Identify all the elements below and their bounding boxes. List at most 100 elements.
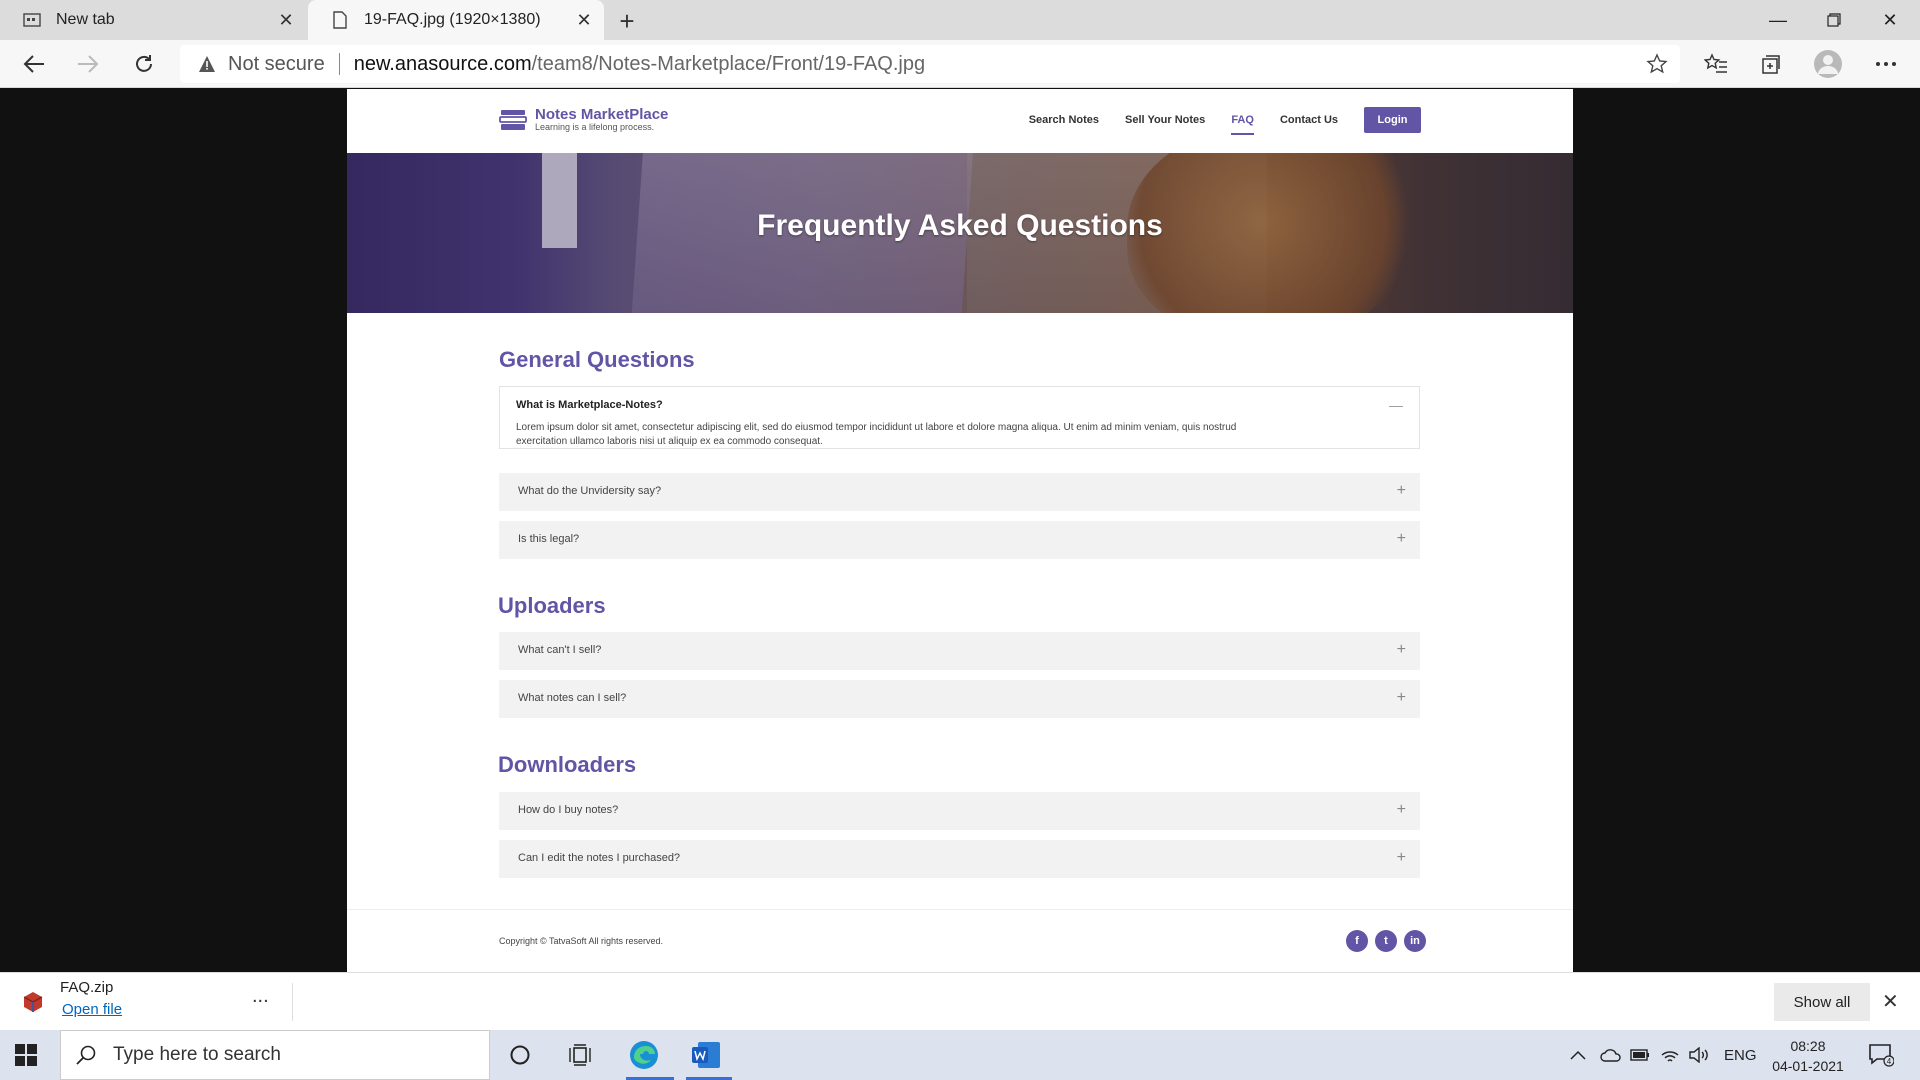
faq-item[interactable]: Is this legal? + bbox=[499, 521, 1420, 559]
windows-taskbar: Type here to search ENG 08:28 04-01-2021… bbox=[0, 1030, 1920, 1080]
task-view-icon[interactable] bbox=[562, 1038, 598, 1072]
faq-question: What do the Unvidersity say? bbox=[518, 485, 662, 497]
books-logo-icon bbox=[499, 110, 527, 130]
tab-new-tab[interactable]: New tab ✕ bbox=[0, 0, 306, 40]
wifi-icon[interactable] bbox=[1660, 1030, 1680, 1080]
logo-tagline: Learning is a lifelong process. bbox=[535, 122, 655, 132]
expand-plus-icon[interactable]: + bbox=[1397, 689, 1406, 707]
section-title-uploaders: Uploaders bbox=[498, 593, 606, 618]
social-links: f t in bbox=[1339, 930, 1426, 952]
show-all-button[interactable]: Show all bbox=[1774, 983, 1870, 1021]
archive-file-icon bbox=[23, 992, 43, 1012]
faq-item[interactable]: Can I edit the notes I purchased? + bbox=[499, 840, 1420, 878]
restore-icon[interactable] bbox=[1806, 0, 1862, 40]
file-icon bbox=[330, 11, 350, 29]
back-icon[interactable] bbox=[16, 46, 52, 82]
minimize-icon[interactable]: — bbox=[1750, 0, 1806, 40]
site-logo[interactable]: Notes MarketPlace Learning is a lifelong… bbox=[499, 107, 668, 133]
edge-browser-icon[interactable] bbox=[626, 1038, 662, 1072]
forward-icon[interactable] bbox=[70, 46, 106, 82]
nav-sell-your-notes[interactable]: Sell Your Notes bbox=[1125, 109, 1205, 131]
url-host: new.anasource.com bbox=[353, 52, 532, 75]
security-status: Not secure bbox=[228, 52, 325, 75]
expand-plus-icon[interactable]: + bbox=[1397, 801, 1406, 819]
footer-divider bbox=[347, 909, 1573, 910]
expand-plus-icon[interactable]: + bbox=[1397, 641, 1406, 659]
divider bbox=[292, 983, 293, 1021]
tab-faq-image[interactable]: 19-FAQ.jpg (1920×1380) ✕ bbox=[308, 0, 604, 40]
faq-question: Is this legal? bbox=[518, 533, 580, 545]
newtab-icon bbox=[22, 11, 42, 29]
linkedin-icon[interactable]: in bbox=[1404, 930, 1426, 952]
divider bbox=[338, 53, 340, 75]
faq-item[interactable]: What notes can I sell? + bbox=[499, 680, 1420, 718]
profile-avatar-icon[interactable] bbox=[1812, 48, 1844, 80]
notifications-icon[interactable]: 4 bbox=[1868, 1030, 1894, 1080]
copyright-text: Copyright © TatvaSoft All rights reserve… bbox=[499, 936, 664, 946]
section-title-downloaders: Downloaders bbox=[498, 752, 637, 777]
volume-icon[interactable] bbox=[1688, 1030, 1710, 1080]
windows-start-icon[interactable] bbox=[14, 1043, 38, 1067]
faq-item[interactable]: What do the Unvidersity say? + bbox=[499, 473, 1420, 511]
cortana-icon[interactable] bbox=[502, 1038, 538, 1072]
notification-count: 4 bbox=[1887, 1057, 1892, 1066]
download-bar: FAQ.zip Open file ... Show all ✕ bbox=[0, 972, 1920, 1030]
image-viewport: Notes MarketPlace Learning is a lifelong… bbox=[0, 89, 1920, 972]
twitter-icon[interactable]: t bbox=[1375, 930, 1397, 952]
clock-time: 08:28 bbox=[1790, 1038, 1826, 1054]
expand-plus-icon[interactable]: + bbox=[1397, 530, 1406, 548]
address-toolbar: Not secure new.anasource.com/team8/Notes… bbox=[0, 40, 1920, 88]
url-path: /team8/Notes-Marketplace/Front/19-FAQ.jp… bbox=[531, 52, 926, 75]
tab-label: 19-FAQ.jpg (1920×1380) bbox=[364, 11, 541, 28]
collections-icon[interactable] bbox=[1755, 48, 1787, 80]
site-header: Notes MarketPlace Learning is a lifelong… bbox=[347, 89, 1573, 153]
faq-item[interactable]: How do I buy notes? + bbox=[499, 792, 1420, 830]
nav-search-notes[interactable]: Search Notes bbox=[1029, 109, 1099, 131]
faq-question: What notes can I sell? bbox=[518, 692, 627, 704]
show-hidden-icons[interactable] bbox=[1570, 1030, 1586, 1080]
faq-question: Can I edit the notes I purchased? bbox=[518, 852, 681, 864]
section-title-general: General Questions bbox=[499, 347, 695, 372]
battery-icon[interactable] bbox=[1630, 1030, 1650, 1080]
faq-question: How do I buy notes? bbox=[518, 804, 619, 816]
faq-question: What is Marketplace-Notes? bbox=[516, 399, 663, 411]
system-clock[interactable]: 08:28 04-01-2021 bbox=[1768, 1036, 1848, 1076]
page-title: Frequently Asked Questions bbox=[757, 209, 1163, 242]
search-icon bbox=[76, 1045, 96, 1065]
download-filename: FAQ.zip bbox=[60, 979, 114, 996]
more-menu-icon[interactable] bbox=[1870, 48, 1902, 80]
tab-label: New tab bbox=[56, 11, 115, 28]
collapse-minus-icon[interactable]: — bbox=[1389, 397, 1403, 413]
login-button[interactable]: Login bbox=[1364, 107, 1421, 133]
hero-banner: Frequently Asked Questions bbox=[347, 153, 1573, 313]
close-download-bar-icon[interactable]: ✕ bbox=[1882, 989, 1899, 1014]
faq-answer: Lorem ipsum dolor sit amet, consectetur … bbox=[516, 422, 1237, 447]
close-window-icon[interactable]: ✕ bbox=[1862, 0, 1918, 40]
word-icon[interactable] bbox=[688, 1038, 724, 1072]
warning-icon bbox=[199, 56, 215, 72]
logo-name: Notes MarketPlace bbox=[535, 106, 669, 123]
favorite-star-icon[interactable] bbox=[1646, 53, 1668, 80]
facebook-icon[interactable]: f bbox=[1346, 930, 1368, 952]
nav-contact-us[interactable]: Contact Us bbox=[1280, 109, 1338, 131]
nav-faq[interactable]: FAQ bbox=[1231, 109, 1254, 135]
close-tab-icon[interactable]: ✕ bbox=[574, 10, 594, 30]
new-tab-button[interactable]: + bbox=[612, 6, 642, 36]
open-file-link[interactable]: Open file bbox=[62, 1001, 122, 1018]
taskbar-search-box[interactable]: Type here to search bbox=[60, 1030, 490, 1080]
faq-page: Notes MarketPlace Learning is a lifelong… bbox=[347, 89, 1573, 972]
close-tab-icon[interactable]: ✕ bbox=[276, 10, 296, 30]
faq-item-open[interactable]: What is Marketplace-Notes? Lorem ipsum d… bbox=[499, 386, 1420, 449]
expand-plus-icon[interactable]: + bbox=[1397, 482, 1406, 500]
faq-question: What can't I sell? bbox=[518, 644, 602, 656]
expand-plus-icon[interactable]: + bbox=[1397, 849, 1406, 867]
search-placeholder: Type here to search bbox=[113, 1044, 281, 1065]
clock-date: 04-01-2021 bbox=[1772, 1058, 1844, 1074]
favorites-list-icon[interactable] bbox=[1700, 48, 1732, 80]
download-more-icon[interactable]: ... bbox=[252, 985, 269, 1008]
refresh-icon[interactable] bbox=[126, 46, 162, 82]
faq-item[interactable]: What can't I sell? + bbox=[499, 632, 1420, 670]
language-indicator[interactable]: ENG bbox=[1724, 1030, 1757, 1080]
address-field[interactable]: Not secure new.anasource.com/team8/Notes… bbox=[180, 45, 1680, 83]
onedrive-icon[interactable] bbox=[1600, 1030, 1622, 1080]
